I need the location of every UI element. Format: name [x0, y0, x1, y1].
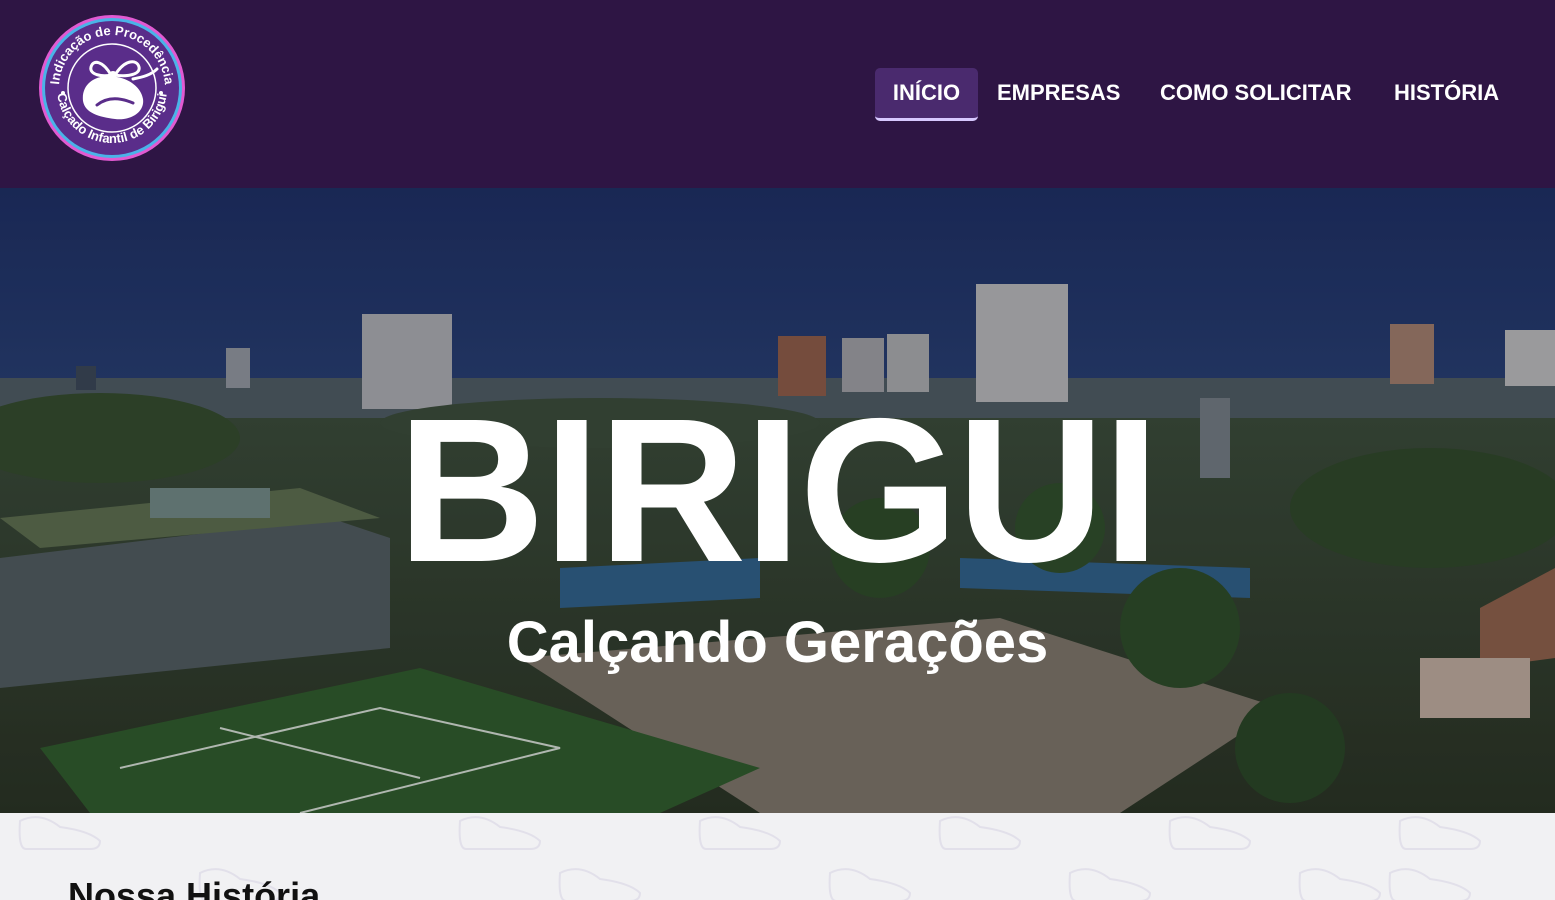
hero-title: BIRIGUI	[397, 376, 1159, 605]
site-header: Indicação de Procedência Calçado Infanti…	[0, 0, 1555, 188]
nav-empresas[interactable]: EMPRESAS	[997, 68, 1120, 118]
history-section: Nossa História	[0, 813, 1555, 900]
nav-como-solicitar[interactable]: COMO SOLICITAR	[1160, 68, 1351, 118]
nav-historia[interactable]: HISTÓRIA	[1394, 68, 1499, 118]
nav-inicio[interactable]: INÍCIO	[875, 68, 978, 121]
logo-badge: Indicação de Procedência Calçado Infanti…	[39, 15, 185, 161]
hero-banner: BIRIGUI Calçando Gerações	[0, 188, 1555, 813]
section-title-history: Nossa História	[68, 875, 321, 900]
site-logo[interactable]: Indicação de Procedência Calçado Infanti…	[37, 13, 187, 163]
hero-subtitle: Calçando Gerações	[506, 610, 1049, 675]
